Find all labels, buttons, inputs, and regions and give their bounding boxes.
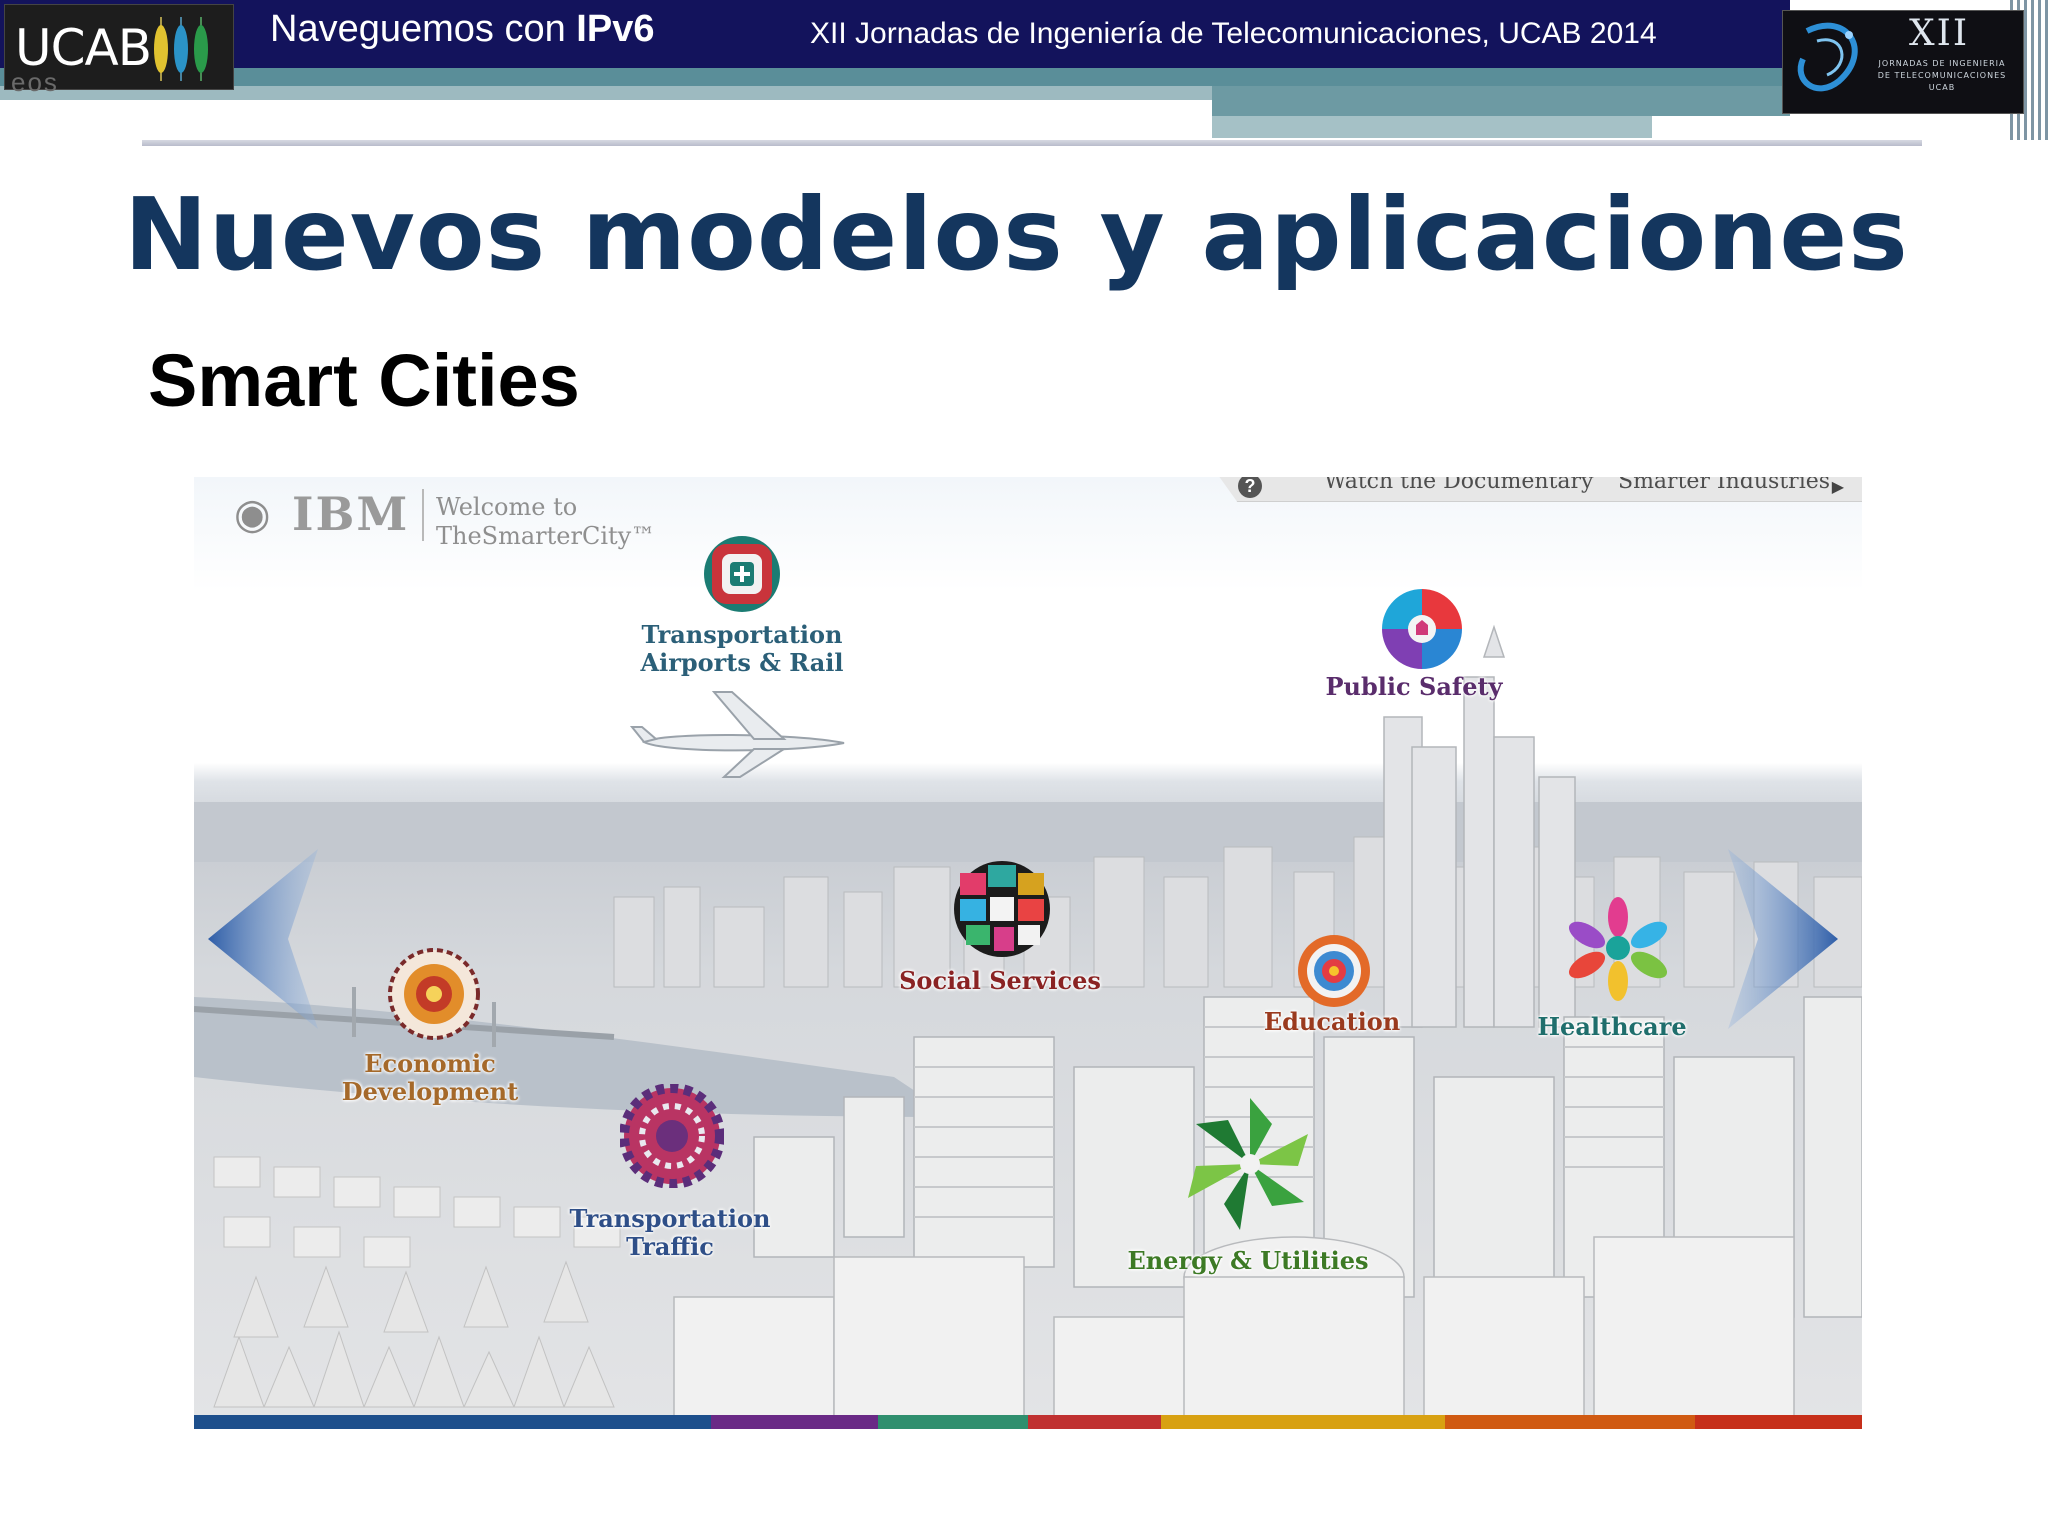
globe-icon: ◉ [234,490,271,537]
social-services-icon[interactable] [952,859,1052,959]
welcome-line: TheSmarterCity™ [436,521,656,550]
header-accent-band [1212,116,1652,138]
strip-segment [1444,1415,1696,1429]
energy-utilities-icon[interactable] [1180,1094,1320,1234]
header-accent-band [1212,86,1790,116]
category-color-strip [194,1415,1862,1429]
strip-segment [194,1415,712,1429]
social-services-label[interactable]: Social Services [899,967,1101,995]
education-icon[interactable] [1296,933,1372,1009]
category-label-line: Education [1263,1007,1401,1036]
top-nav: ? Watch the Documentary Smarter Industri… [1218,477,1862,502]
strip-segment [877,1415,1028,1429]
category-label-line: Traffic [626,1231,714,1261]
next-arrow-icon[interactable] [1718,849,1838,1029]
transportation-traffic-icon[interactable] [620,1084,724,1188]
smarter-industries-link[interactable]: Smarter Industries [1618,477,1830,494]
category-label-line: Energy & Utilities [1127,1246,1369,1275]
welcome-line: Welcome to [436,493,578,521]
xii-caption-line: JORNADAS DE INGENIERIA [1878,59,2006,68]
previous-arrow-icon[interactable] [208,849,328,1029]
header-right-title: XII Jornadas de Ingeniería de Telecomuni… [810,17,1657,50]
ibm-logo: IBM [292,487,410,541]
header-left-title-bold: IPv6 [576,8,655,50]
category-label-line: Development [341,1076,519,1106]
category-label-line: Transportation [641,620,843,649]
healthcare-icon[interactable] [1565,895,1671,1001]
category-label-line: Airports & Rail [640,647,844,677]
strip-segment [711,1415,878,1429]
header-left-title: Naveguemos con IPv6 [270,8,654,51]
help-button[interactable]: ? [1238,477,1262,498]
slide-subtitle: Smart Cities [148,339,580,422]
category-label-line: Public Safety [1325,672,1503,701]
header-left-title-text: Naveguemos con [270,8,577,50]
watch-documentary-link[interactable]: Watch the Documentary [1324,477,1594,494]
xii-jornadas-logo: XII JORNADAS DE INGENIERIA DE TELECOMUNI… [1782,10,2024,114]
xii-caption-line: UCAB [1928,83,1956,92]
category-label-line: Healthcare [1537,1012,1687,1041]
strip-segment [1695,1415,1862,1429]
title-divider [142,140,1922,146]
header-accent-band [0,68,1790,86]
ucab-logo: UCAB eos [4,4,234,97]
healthcare-label[interactable]: Healthcare [1537,1013,1686,1041]
economic-development-label[interactable]: Economic Development [342,1050,518,1105]
transportation-airports-icon[interactable] [702,534,782,614]
brand-divider [422,489,424,541]
ucab-logo-bars-icon [154,17,208,81]
ucab-logo-ghost: eos [11,67,59,97]
welcome-text: Welcome to TheSmarterCity™ [436,493,655,551]
energy-utilities-label[interactable]: Energy & Utilities [1127,1247,1368,1275]
education-label[interactable]: Education [1264,1008,1400,1036]
category-label-line: Transportation [569,1204,771,1233]
play-arrow-icon[interactable]: ▶ [1832,477,1844,497]
strip-segment [1161,1415,1445,1429]
transportation-airports-label[interactable]: Transportation Airports & Rail [640,621,843,676]
strip-segment [1027,1415,1162,1429]
transportation-traffic-label[interactable]: Transportation Traffic [570,1205,771,1260]
economic-development-icon[interactable] [386,946,482,1042]
public-safety-icon[interactable] [1380,587,1464,671]
category-label-line: Social Services [899,966,1101,995]
public-safety-label[interactable]: Public Safety [1326,673,1503,701]
smarter-city-image: ◉ IBM Welcome to TheSmarterCity™ ? Watch… [194,477,1862,1429]
category-label-line: Economic [364,1049,496,1078]
xii-number: XII [1909,13,1970,54]
airplane [629,691,845,778]
slide-title: Nuevos modelos y aplicaciones [124,176,1909,293]
xii-caption-line: DE TELECOMUNICACIONES [1877,71,2007,80]
